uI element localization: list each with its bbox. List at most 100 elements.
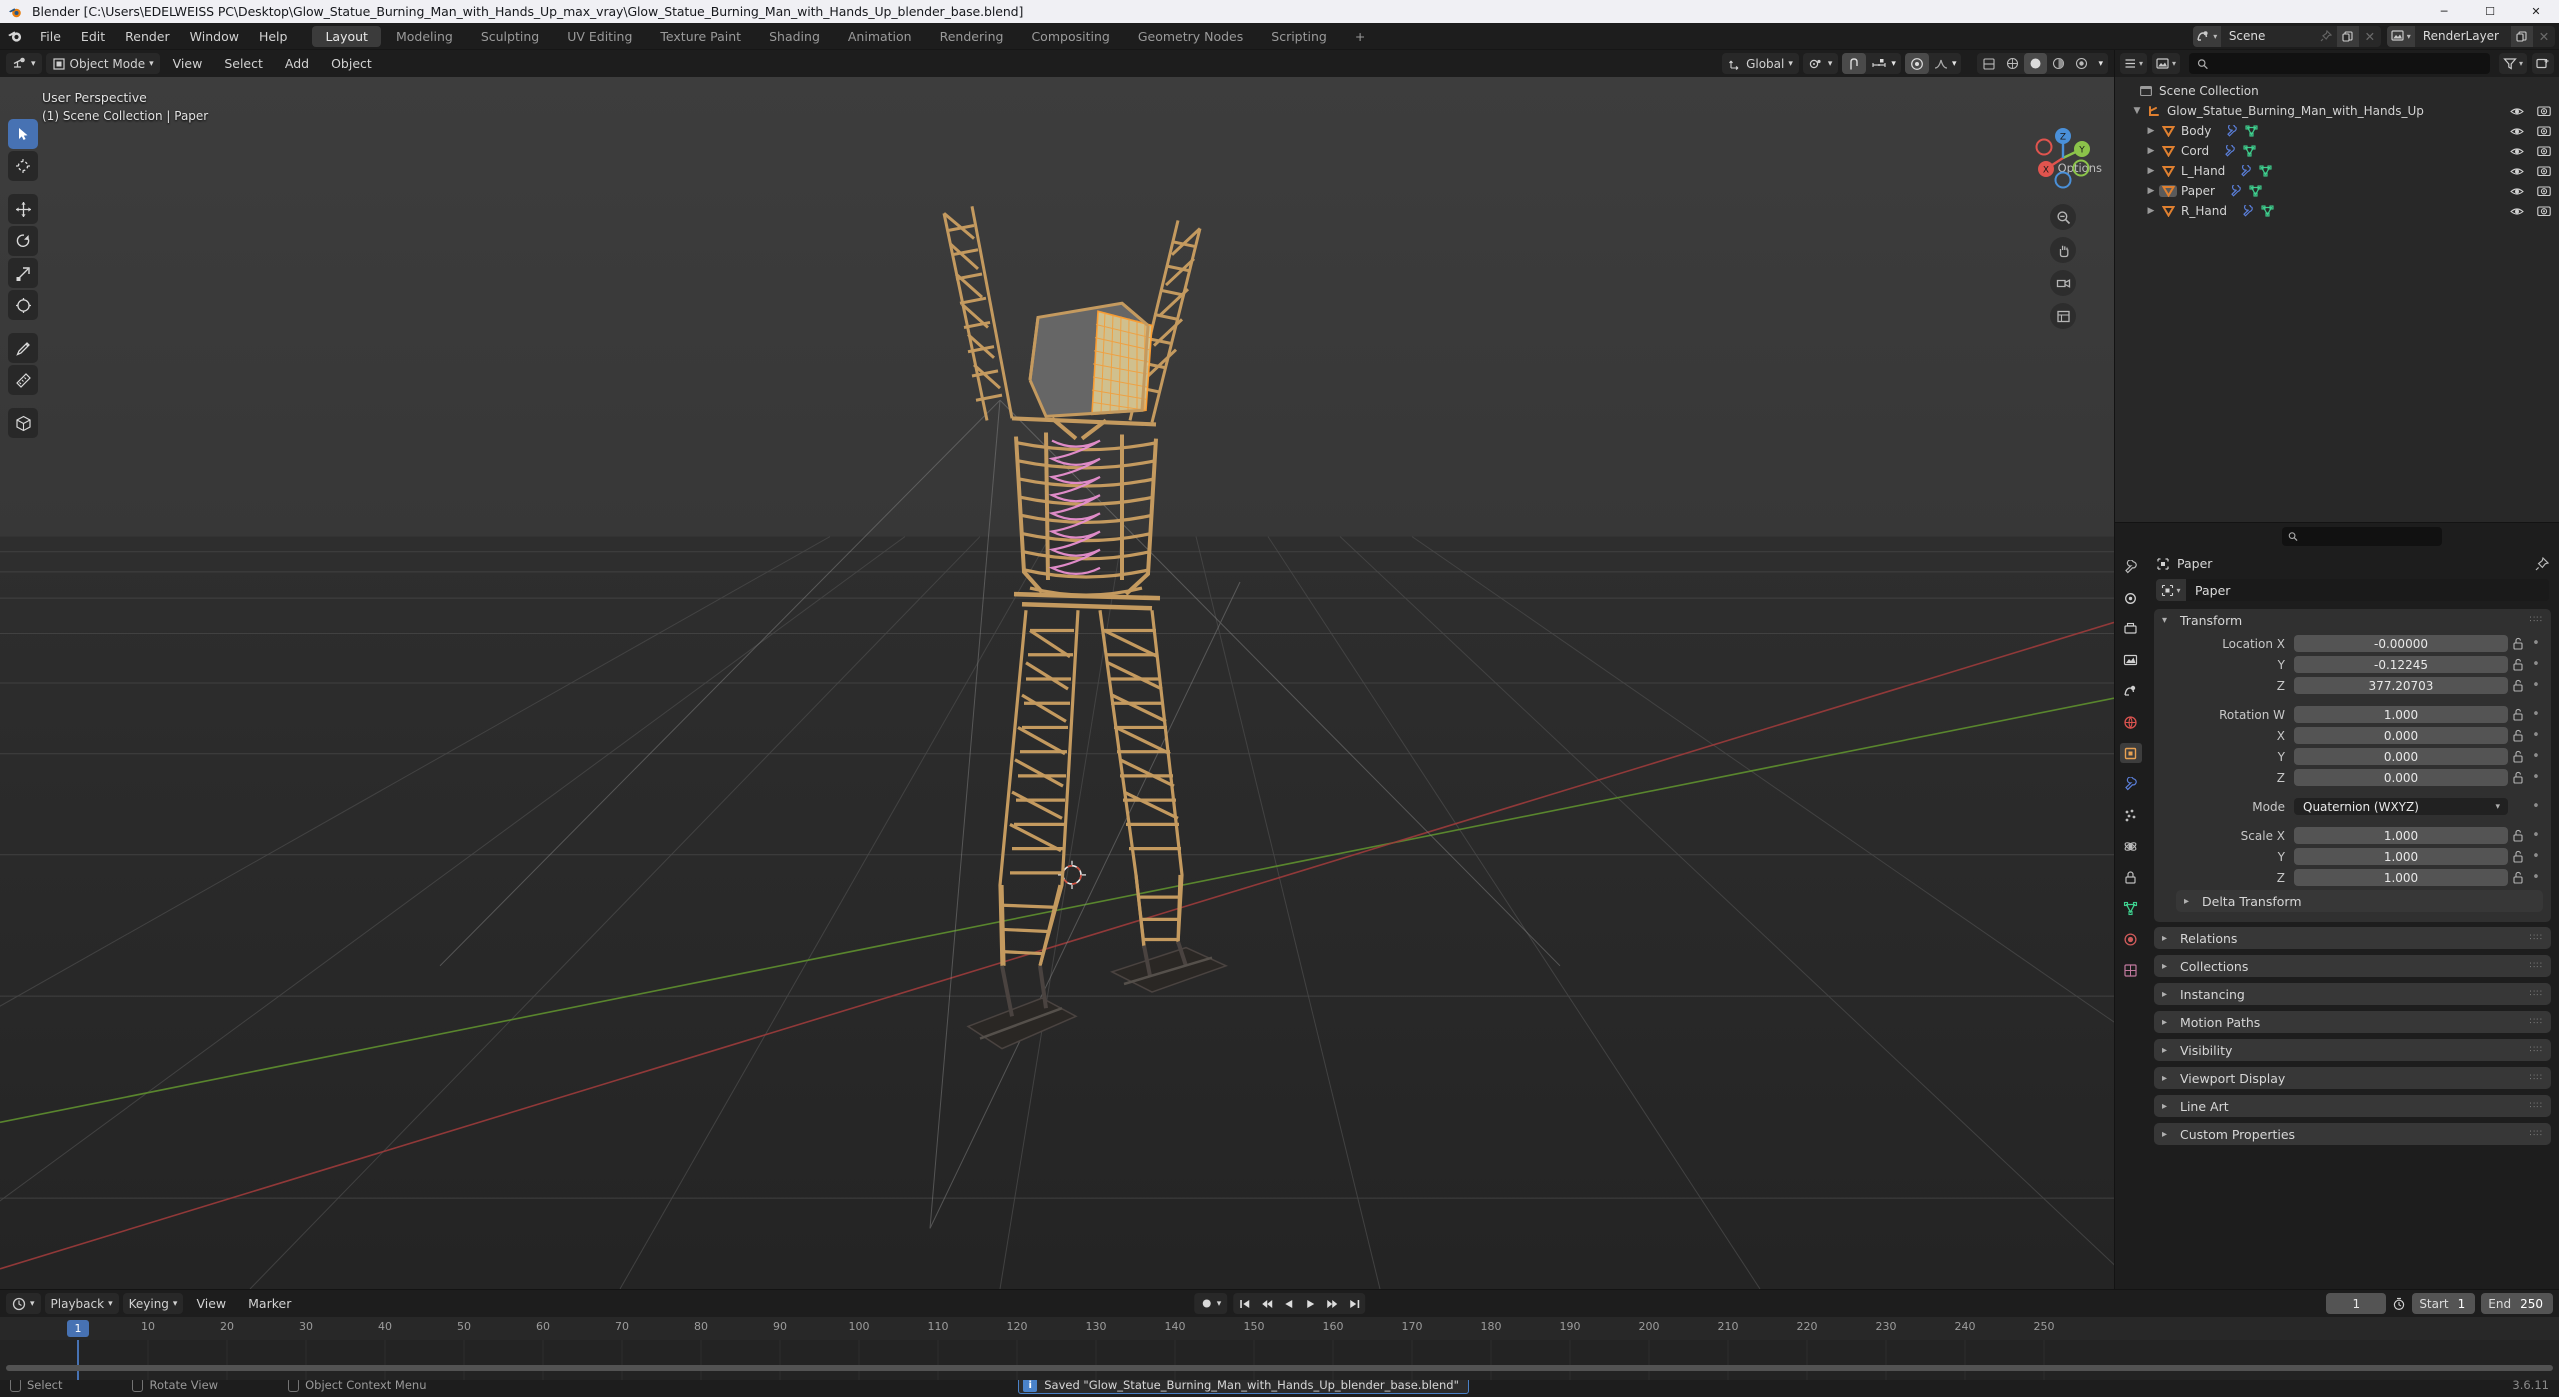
falloff-curve-icon[interactable]: ▾ xyxy=(1929,53,1962,74)
editor-type-button[interactable]: ▾ xyxy=(6,53,42,74)
shading-rendered-icon[interactable] xyxy=(2070,53,2093,74)
toggle-camera-icon[interactable] xyxy=(2050,270,2076,296)
hide-in-viewport-icon[interactable] xyxy=(2510,206,2524,217)
snap-settings-icon[interactable]: ▾ xyxy=(1866,53,1901,74)
chevron-right-icon[interactable]: ▸ xyxy=(2162,1129,2173,1140)
constraints-tab[interactable] xyxy=(2120,867,2142,887)
timeline-horizontal-scrollbar[interactable] xyxy=(6,1365,2553,1371)
hide-in-viewport-icon[interactable] xyxy=(2510,186,2524,197)
timeline-keying-menu[interactable]: Keying ▾ xyxy=(122,1293,184,1314)
outliner-row-r-hand[interactable]: ▶ R_Hand xyxy=(2115,201,2559,221)
texture-tab[interactable] xyxy=(2120,960,2142,980)
object-id-block[interactable]: ▾ Paper xyxy=(2156,579,2549,601)
lock-icon[interactable] xyxy=(2508,771,2528,784)
outliner-row-paper[interactable]: ▶ Paper xyxy=(2115,181,2559,201)
minimize-button[interactable]: ─ xyxy=(2421,0,2467,23)
line-art-panel-header[interactable]: ▸ Line Art ∷∷ xyxy=(2154,1095,2551,1117)
viewport-display-panel[interactable]: ▸ Viewport Display ∷∷ xyxy=(2154,1067,2551,1089)
delete-scene-icon[interactable]: ✕ xyxy=(2359,26,2381,47)
custom-properties-panel-header[interactable]: ▸ Custom Properties ∷∷ xyxy=(2154,1123,2551,1145)
world-tab[interactable] xyxy=(2120,712,2142,732)
collections-panel-header[interactable]: ▸ Collections ∷∷ xyxy=(2154,955,2551,977)
disclosure-icon[interactable]: ▶ xyxy=(2143,126,2159,136)
maximize-button[interactable]: ☐ xyxy=(2467,0,2513,23)
disclosure-icon[interactable]: ▶ xyxy=(2143,186,2159,196)
chevron-right-icon[interactable]: ▸ xyxy=(2184,896,2195,907)
animate-property-icon[interactable]: • xyxy=(2528,728,2544,743)
scale-tool[interactable] xyxy=(8,258,38,288)
workspace-tab-animation[interactable]: Animation xyxy=(835,26,925,47)
location-x-field[interactable]: -0.00000 xyxy=(2294,635,2508,652)
particles-tab[interactable] xyxy=(2120,805,2142,825)
measure-tool[interactable] xyxy=(8,365,38,395)
outliner-filter-button[interactable]: ▾ xyxy=(2498,53,2527,74)
rotation-x-field[interactable]: 0.000 xyxy=(2294,727,2508,744)
rotation-z-field[interactable]: 0.000 xyxy=(2294,769,2508,786)
delete-viewlayer-icon[interactable]: ✕ xyxy=(2533,26,2555,47)
object-mode-dropdown[interactable]: Object Mode ▾ xyxy=(45,53,160,74)
lock-icon[interactable] xyxy=(2508,829,2528,842)
jump-to-previous-keyframe-icon[interactable] xyxy=(1255,1293,1277,1314)
chevron-down-icon[interactable]: ▾ xyxy=(2162,615,2173,626)
outliner-row-scene-collection[interactable]: Scene Collection xyxy=(2115,81,2559,101)
scale-y-field[interactable]: 1.000 xyxy=(2294,848,2508,865)
rotation-mode-dropdown[interactable]: Quaternion (WXYZ) ▾ xyxy=(2294,798,2508,815)
output-tab[interactable] xyxy=(2120,619,2142,639)
disclosure-icon[interactable]: ▶ xyxy=(2143,146,2159,156)
transform-orientation-dropdown[interactable]: Global ▾ xyxy=(1722,53,1799,74)
animate-property-icon[interactable]: • xyxy=(2528,749,2544,764)
outliner-tree[interactable]: Scene Collection ▼ Glow_Statue_Burning_M… xyxy=(2115,77,2559,522)
close-button[interactable]: ✕ xyxy=(2513,0,2559,23)
new-viewlayer-icon[interactable] xyxy=(2511,25,2533,47)
outliner-row-l-hand[interactable]: ▶ L_Hand xyxy=(2115,161,2559,181)
timeline-view-menu[interactable]: View xyxy=(187,1290,235,1317)
disable-in-renders-icon[interactable] xyxy=(2537,125,2551,137)
outliner-new-collection-button[interactable] xyxy=(2532,53,2554,74)
custom-properties-panel[interactable]: ▸ Custom Properties ∷∷ xyxy=(2154,1123,2551,1145)
workspace-tab-compositing[interactable]: Compositing xyxy=(1018,26,1122,47)
mesh-data-icon[interactable] xyxy=(2261,205,2274,217)
lock-icon[interactable] xyxy=(2508,729,2528,742)
menu-render[interactable]: Render xyxy=(115,23,180,50)
modifier-icon[interactable] xyxy=(2241,205,2254,217)
material-tab[interactable] xyxy=(2120,929,2142,949)
add-cube-tool[interactable] xyxy=(8,408,38,438)
viewport-menu-view[interactable]: View xyxy=(164,50,212,77)
location-z-field[interactable]: 377.20703 xyxy=(2294,677,2508,694)
location-y-field[interactable]: -0.12245 xyxy=(2294,656,2508,673)
chevron-right-icon[interactable]: ▸ xyxy=(2162,933,2173,944)
disable-in-renders-icon[interactable] xyxy=(2537,185,2551,197)
modifier-icon[interactable] xyxy=(2239,165,2252,177)
lock-icon[interactable] xyxy=(2508,637,2528,650)
menu-help[interactable]: Help xyxy=(249,23,298,50)
start-frame-field[interactable]: Start 1 xyxy=(2412,1293,2476,1314)
outliner-editor-type-button[interactable]: ▾ xyxy=(2120,53,2148,74)
chevron-right-icon[interactable]: ▸ xyxy=(2162,1017,2173,1028)
modifiers-tab[interactable] xyxy=(2120,774,2142,794)
chevron-right-icon[interactable]: ▸ xyxy=(2162,1045,2173,1056)
workspace-tab-layout[interactable]: Layout xyxy=(312,25,381,47)
render-tab[interactable] xyxy=(2120,588,2142,608)
instancing-panel[interactable]: ▸ Instancing ∷∷ xyxy=(2154,983,2551,1005)
viewport-menu-add[interactable]: Add xyxy=(276,50,318,77)
timeline-ruler[interactable]: 1 10 20 30 40 50 60 70 80 90 100 110 120… xyxy=(0,1317,2559,1340)
workspace-tab-scripting[interactable]: Scripting xyxy=(1258,26,1340,47)
motion-paths-panel[interactable]: ▸ Motion Paths ∷∷ xyxy=(2154,1011,2551,1033)
rotate-tool[interactable] xyxy=(8,226,38,256)
timeline-marker-menu[interactable]: Marker xyxy=(239,1290,300,1317)
workspace-tab-modeling[interactable]: Modeling xyxy=(383,26,466,47)
lock-icon[interactable] xyxy=(2508,871,2528,884)
scale-x-field[interactable]: 1.000 xyxy=(2294,827,2508,844)
object-tab[interactable] xyxy=(2119,743,2142,763)
workspace-tab-uv-editing[interactable]: UV Editing xyxy=(554,26,645,47)
viewport-display-panel-header[interactable]: ▸ Viewport Display ∷∷ xyxy=(2154,1067,2551,1089)
disclosure-icon[interactable]: ▶ xyxy=(2143,166,2159,176)
tool-tab[interactable] xyxy=(2120,557,2142,577)
workspace-tab-sculpting[interactable]: Sculpting xyxy=(468,26,552,47)
outliner-search-field[interactable] xyxy=(2213,56,2490,71)
outliner-search-input[interactable] xyxy=(2189,53,2490,74)
disable-in-renders-icon[interactable] xyxy=(2537,165,2551,177)
viewport-menu-object[interactable]: Object xyxy=(322,50,381,77)
use-preview-range-icon[interactable] xyxy=(2392,1297,2406,1311)
pin-id-icon[interactable] xyxy=(2535,556,2549,571)
